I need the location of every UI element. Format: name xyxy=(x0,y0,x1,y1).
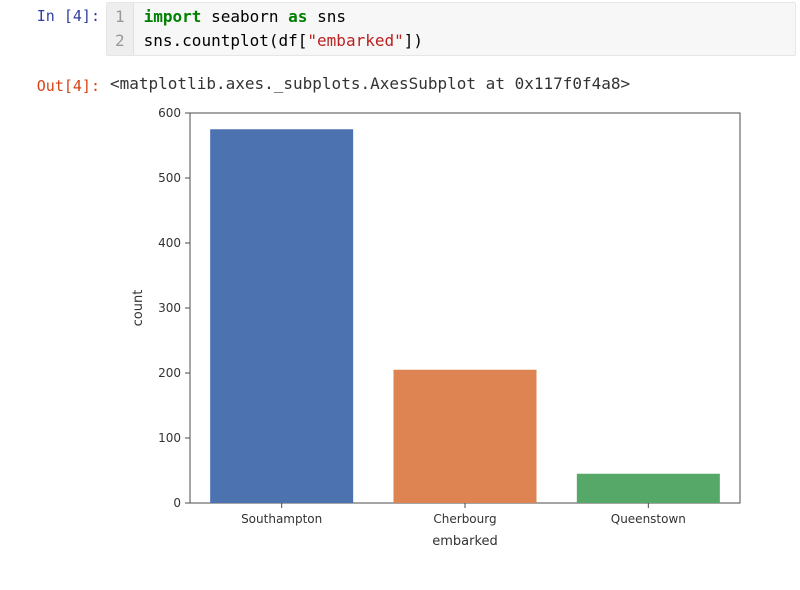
y-tick-label: 100 xyxy=(158,431,181,445)
y-tick-label: 200 xyxy=(158,366,181,380)
gutter-line-1: 1 xyxy=(115,5,125,29)
x-tick-label: Cherbourg xyxy=(433,512,496,526)
notebook: In [4]: 1 2 import seaborn as sns sns.co… xyxy=(0,0,800,563)
output-body: <matplotlib.axes._subplots.AxesSubplot a… xyxy=(106,70,800,563)
code-call: sns.countplot(df[ xyxy=(144,31,308,50)
code-keyword-as: as xyxy=(288,7,307,26)
y-tick-label: 600 xyxy=(158,106,181,120)
bar-southampton xyxy=(210,129,353,503)
code-call-end: ]) xyxy=(404,31,423,50)
x-tick-label: Queenstown xyxy=(611,512,686,526)
x-axis-label: embarked xyxy=(432,534,498,549)
bar-cherbourg xyxy=(394,370,537,503)
code-string: "embarked" xyxy=(307,31,403,50)
code-space xyxy=(279,7,289,26)
code-module: seaborn xyxy=(211,7,278,26)
input-cell: In [4]: 1 2 import seaborn as sns sns.co… xyxy=(0,0,800,58)
chart-container: 0 100 200 300 400 500 600 count Southampton Cherb… xyxy=(120,103,800,563)
y-tick-label: 500 xyxy=(158,171,181,185)
y-tick-label: 0 xyxy=(173,496,181,510)
line-gutter: 1 2 xyxy=(107,3,134,55)
gutter-line-2: 2 xyxy=(115,29,125,53)
code-space xyxy=(201,7,211,26)
code-editor[interactable]: 1 2 import seaborn as sns sns.countplot(… xyxy=(106,2,796,56)
output-prompt: Out[4]: xyxy=(0,70,106,96)
code-alias: sns xyxy=(317,7,346,26)
output-repr: <matplotlib.axes._subplots.AxesSubplot a… xyxy=(110,74,800,93)
output-cell: Out[4]: <matplotlib.axes._subplots.AxesS… xyxy=(0,70,800,563)
countplot-chart: 0 100 200 300 400 500 600 count Southampton Cherb… xyxy=(120,103,760,563)
x-tick-label: Southampton xyxy=(241,512,322,526)
bar-queenstown xyxy=(577,474,720,503)
y-axis-label: count xyxy=(131,290,146,327)
y-tick-label: 300 xyxy=(158,301,181,315)
y-tick-label: 400 xyxy=(158,236,181,250)
code-body[interactable]: import seaborn as sns sns.countplot(df["… xyxy=(134,3,433,55)
code-keyword-import: import xyxy=(144,7,202,26)
code-space xyxy=(307,7,317,26)
input-prompt: In [4]: xyxy=(0,0,106,26)
